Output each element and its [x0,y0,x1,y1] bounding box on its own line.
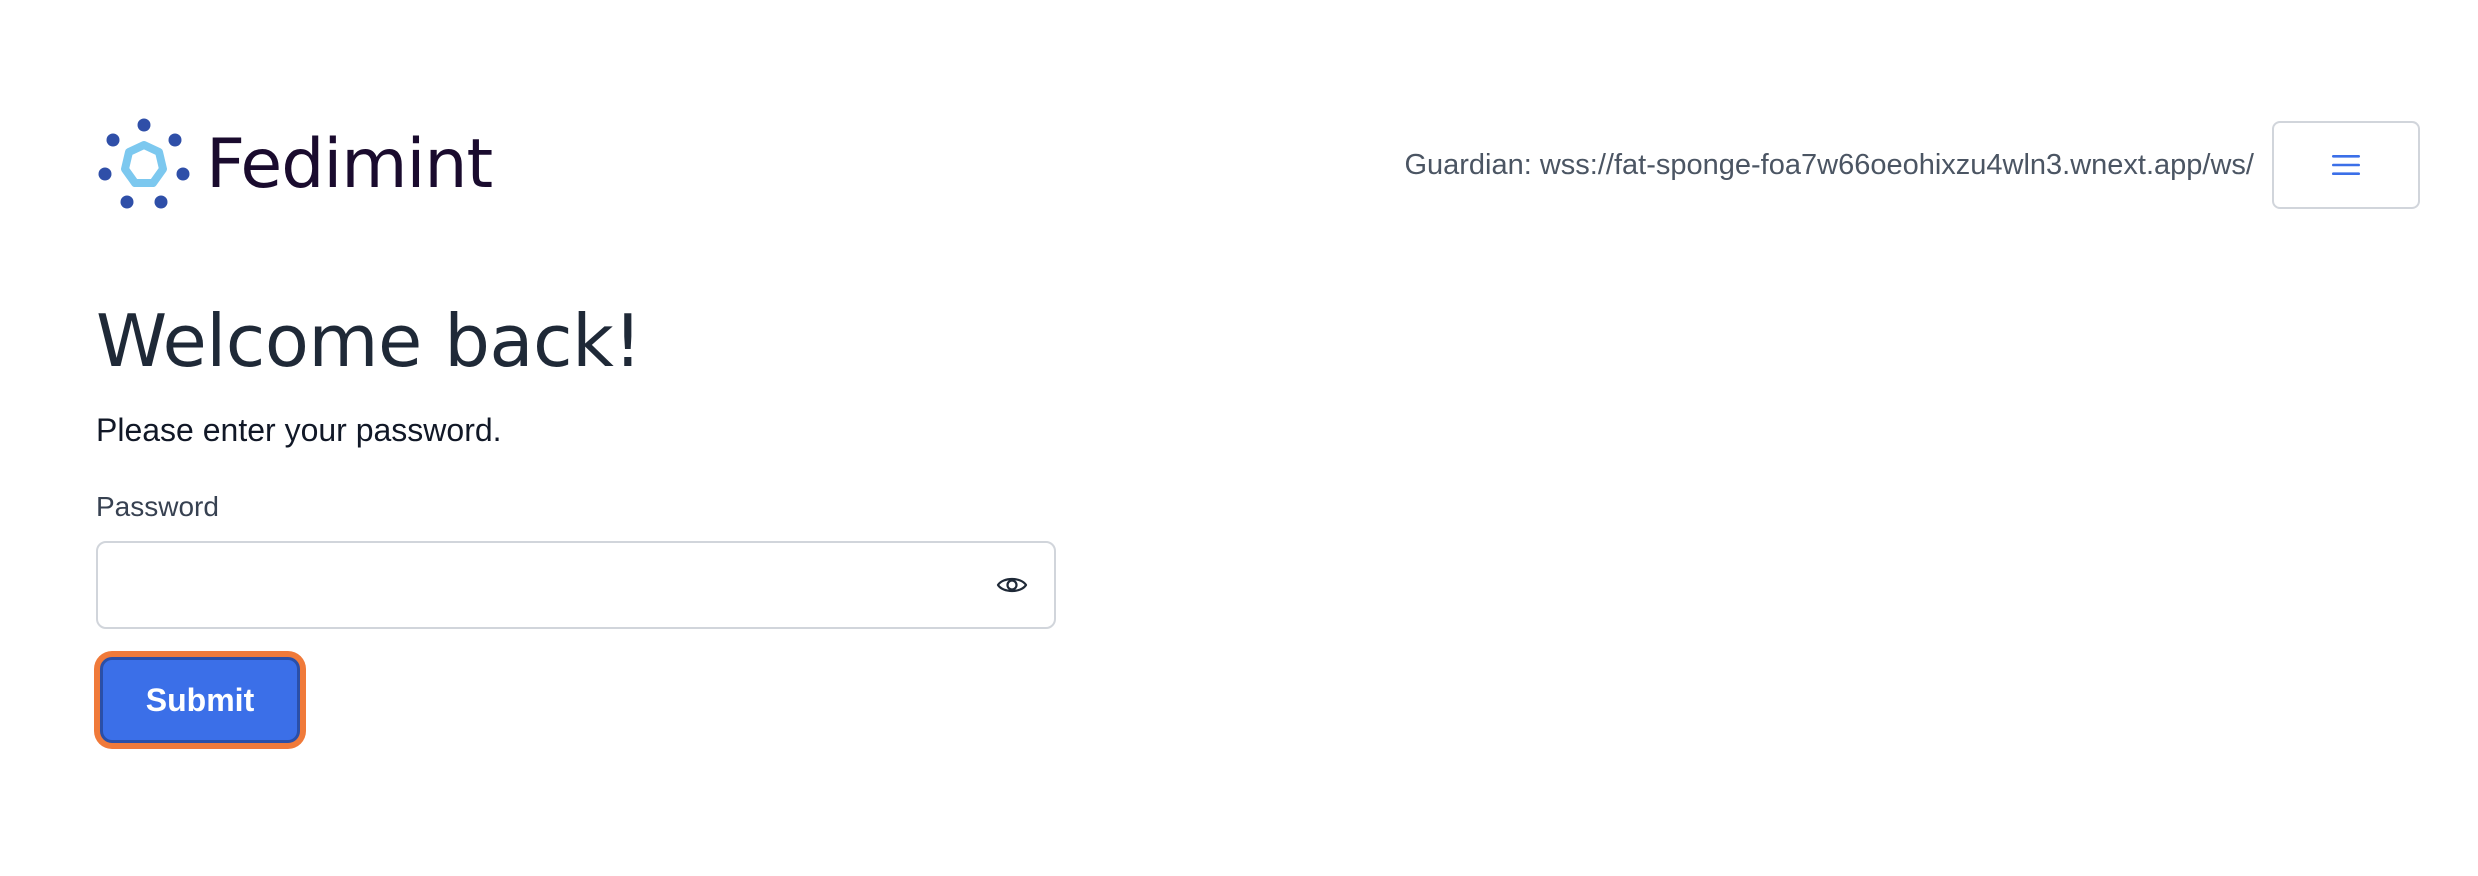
password-input[interactable] [98,543,978,628]
toggle-password-visibility-button[interactable] [992,565,1032,605]
subtitle: Please enter your password. [96,412,502,449]
eye-icon [996,578,1028,593]
login-form: Welcome back! Please enter your password… [96,298,1056,744]
fedimint-logo-icon [98,118,190,209]
page: Fedimint Guardian: wss://fat-sponge-foa7… [0,0,2478,876]
password-field-wrapper [96,541,1056,630]
header-right: Guardian: wss://fat-sponge-foa7w66oeohix… [1404,121,2420,209]
hamburger-menu-icon [2332,155,2360,175]
menu-button[interactable] [2272,121,2420,209]
password-label: Password [96,491,219,523]
page-title: Welcome back! [96,299,642,383]
guardian-url: Guardian: wss://fat-sponge-foa7w66oeohix… [1404,148,2254,181]
brand: Fedimint [96,117,493,213]
header: Fedimint Guardian: wss://fat-sponge-foa7… [96,110,2420,220]
brand-name: Fedimint [206,125,493,204]
submit-button[interactable]: Submit [100,657,300,744]
